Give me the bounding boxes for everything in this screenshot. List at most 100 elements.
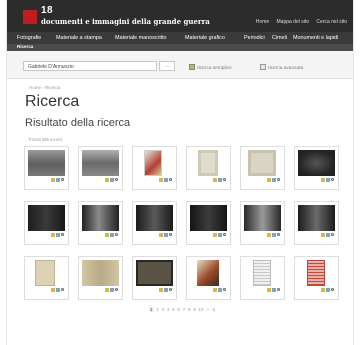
nav-item-fotografie[interactable]: Fotografie bbox=[17, 35, 41, 41]
record-icon[interactable] bbox=[326, 288, 330, 292]
zoom-icon[interactable] bbox=[277, 233, 280, 236]
zoom-icon[interactable] bbox=[223, 178, 226, 181]
image-icon[interactable] bbox=[51, 233, 55, 237]
result-tile[interactable] bbox=[24, 201, 69, 245]
record-icon[interactable] bbox=[272, 288, 276, 292]
page-link[interactable]: 5 bbox=[172, 307, 175, 312]
image-icon[interactable] bbox=[213, 178, 217, 182]
sub-nav-ricerca[interactable]: Ricerca bbox=[17, 44, 33, 49]
record-icon[interactable] bbox=[326, 233, 330, 237]
result-tile[interactable] bbox=[78, 201, 123, 245]
page-link[interactable]: 8 bbox=[188, 307, 191, 312]
record-icon[interactable] bbox=[164, 233, 168, 237]
record-icon[interactable] bbox=[272, 178, 276, 182]
result-tile[interactable] bbox=[240, 201, 285, 245]
result-tile[interactable] bbox=[186, 256, 231, 300]
result-thumbnail[interactable] bbox=[144, 150, 162, 176]
result-thumbnail[interactable] bbox=[28, 150, 65, 176]
image-icon[interactable] bbox=[321, 233, 325, 237]
record-icon[interactable] bbox=[110, 233, 114, 237]
result-tile[interactable] bbox=[294, 256, 339, 300]
zoom-icon[interactable] bbox=[331, 233, 334, 236]
result-thumbnail[interactable] bbox=[253, 260, 271, 286]
zoom-icon[interactable] bbox=[115, 288, 118, 291]
result-tile[interactable] bbox=[240, 256, 285, 300]
result-thumbnail[interactable] bbox=[28, 205, 65, 231]
result-thumbnail[interactable] bbox=[82, 205, 119, 231]
zoom-icon[interactable] bbox=[331, 288, 334, 291]
image-icon[interactable] bbox=[321, 178, 325, 182]
result-tile[interactable] bbox=[294, 146, 339, 190]
result-tile[interactable] bbox=[78, 256, 123, 300]
page-link[interactable]: 7 bbox=[183, 307, 186, 312]
image-icon[interactable] bbox=[159, 178, 163, 182]
image-icon[interactable] bbox=[51, 178, 55, 182]
nav-item-materiale-grafico[interactable]: Materiale grafico bbox=[185, 35, 225, 41]
result-tile[interactable] bbox=[24, 256, 69, 300]
radio-advanced-search[interactable]: ricerca avanzata bbox=[260, 64, 303, 71]
result-tile[interactable] bbox=[132, 146, 177, 190]
zoom-icon[interactable] bbox=[115, 178, 118, 181]
zoom-icon[interactable] bbox=[61, 178, 64, 181]
search-input[interactable]: Gabriele D'Annunzio bbox=[23, 61, 157, 71]
result-thumbnail[interactable] bbox=[244, 205, 281, 231]
page-link[interactable]: 3 bbox=[162, 307, 165, 312]
image-icon[interactable] bbox=[51, 288, 55, 292]
breadcrumb[interactable]: Home › Ricerca bbox=[29, 85, 60, 90]
result-thumbnail[interactable] bbox=[82, 150, 119, 176]
zoom-icon[interactable] bbox=[277, 178, 280, 181]
logo-icon[interactable] bbox=[23, 10, 37, 24]
result-thumbnail[interactable] bbox=[82, 260, 119, 286]
page-link-current[interactable]: 1 bbox=[149, 307, 154, 312]
last-page-link[interactable]: »| bbox=[212, 307, 216, 312]
record-icon[interactable] bbox=[326, 178, 330, 182]
nav-item-materiale-manoscritto[interactable]: Materiale manoscritto bbox=[115, 35, 167, 41]
zoom-icon[interactable] bbox=[277, 288, 280, 291]
logo-text[interactable]: documenti e immagini della grande guerra bbox=[41, 17, 210, 26]
nav-item-periodici[interactable]: Periodici bbox=[244, 35, 265, 41]
result-thumbnail[interactable] bbox=[136, 260, 173, 286]
image-icon[interactable] bbox=[105, 233, 109, 237]
search-submit-button[interactable]: → bbox=[159, 61, 175, 71]
record-icon[interactable] bbox=[164, 288, 168, 292]
zoom-icon[interactable] bbox=[61, 288, 64, 291]
zoom-icon[interactable] bbox=[223, 288, 226, 291]
link-site-search[interactable]: Cerca nel sito bbox=[316, 19, 347, 25]
image-icon[interactable] bbox=[213, 233, 217, 237]
image-icon[interactable] bbox=[159, 233, 163, 237]
zoom-icon[interactable] bbox=[61, 233, 64, 236]
result-tile[interactable] bbox=[294, 201, 339, 245]
record-icon[interactable] bbox=[218, 233, 222, 237]
logo-number[interactable]: 18 bbox=[41, 5, 53, 16]
record-icon[interactable] bbox=[218, 178, 222, 182]
image-icon[interactable] bbox=[159, 288, 163, 292]
image-icon[interactable] bbox=[105, 288, 109, 292]
record-icon[interactable] bbox=[110, 288, 114, 292]
result-thumbnail[interactable] bbox=[307, 260, 325, 286]
nav-item-materiale-stampa[interactable]: Materiale a stampa bbox=[56, 35, 102, 41]
image-icon[interactable] bbox=[267, 178, 271, 182]
zoom-icon[interactable] bbox=[331, 178, 334, 181]
zoom-icon[interactable] bbox=[115, 233, 118, 236]
zoom-icon[interactable] bbox=[169, 233, 172, 236]
result-thumbnail[interactable] bbox=[136, 205, 173, 231]
result-tile[interactable] bbox=[186, 201, 231, 245]
nav-item-cimeli[interactable]: Cimeli bbox=[272, 35, 287, 41]
zoom-icon[interactable] bbox=[169, 178, 172, 181]
page-link[interactable]: 10 bbox=[199, 307, 204, 312]
result-thumbnail[interactable] bbox=[248, 150, 276, 176]
result-tile[interactable] bbox=[240, 146, 285, 190]
image-icon[interactable] bbox=[105, 178, 109, 182]
zoom-icon[interactable] bbox=[169, 288, 172, 291]
page-link[interactable]: 4 bbox=[167, 307, 170, 312]
record-icon[interactable] bbox=[272, 233, 276, 237]
image-icon[interactable] bbox=[267, 233, 271, 237]
result-tile[interactable] bbox=[132, 201, 177, 245]
result-tile[interactable] bbox=[24, 146, 69, 190]
result-thumbnail[interactable] bbox=[298, 150, 335, 176]
record-icon[interactable] bbox=[56, 288, 60, 292]
zoom-icon[interactable] bbox=[223, 233, 226, 236]
result-tile[interactable] bbox=[78, 146, 123, 190]
result-thumbnail[interactable] bbox=[298, 205, 335, 231]
link-site-map[interactable]: Mappa del sito bbox=[277, 19, 310, 25]
